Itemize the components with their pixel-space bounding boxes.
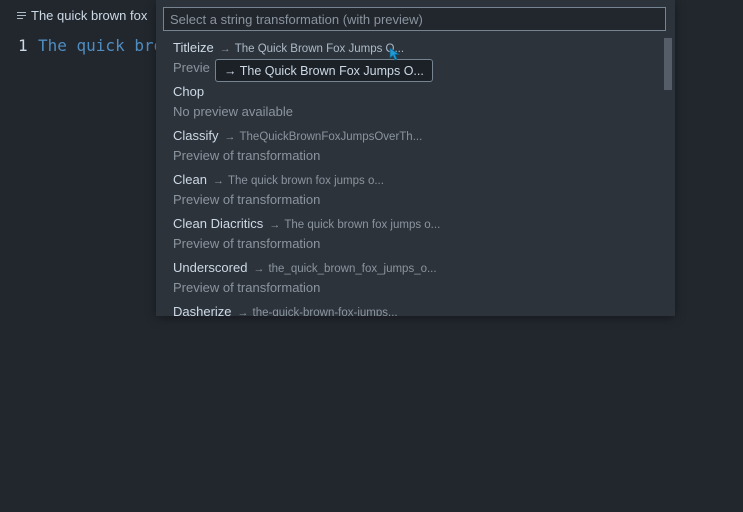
arrow-icon: → (219, 43, 231, 55)
item-description: Preview of transformation (173, 280, 321, 295)
tab-title: The quick brown fox (31, 8, 148, 23)
item-preview: TheQuickBrownFoxJumpsOverTh... (239, 131, 423, 143)
arrow-icon: → (253, 263, 265, 275)
list-item[interactable]: Dasherize → the-quick-brown-fox-jumps... (156, 300, 664, 316)
item-preview: The Quick Brown Fox Jumps O... (234, 43, 405, 55)
editor: The quick brown fox 1 The quick brown fo… (0, 0, 743, 512)
item-preview: the-quick-brown-fox-jumps... (252, 307, 398, 316)
pointer-cursor-icon (389, 47, 401, 61)
item-label: Clean (173, 172, 207, 187)
list-item[interactable]: Chop No preview available (156, 80, 664, 124)
item-preview: The quick brown fox jumps o... (227, 175, 384, 187)
arrow-icon: → (212, 175, 224, 187)
arrow-icon: → (237, 307, 249, 316)
item-description: Preview of transformation (173, 148, 321, 163)
quick-pick-panel: Titleize→The Quick Brown Fox Jumps O... … (156, 0, 675, 316)
item-description: Previe (173, 60, 210, 75)
item-label: Classify (173, 128, 219, 143)
item-description: Preview of transformation (173, 192, 321, 207)
item-description: Preview of transformation (173, 236, 321, 251)
item-label: Dasherize (173, 304, 232, 316)
list-item[interactable]: Classify → TheQuickBrownFoxJumpsOverTh... … (156, 124, 664, 168)
line-number: 1 (18, 36, 28, 55)
list-item[interactable]: Clean Diacritics → The quick brown fox jum… (156, 212, 664, 256)
list-item[interactable]: Underscored → the_quick_brown_fox_jumps_o.… (156, 256, 664, 300)
item-preview: The quick brown fox jumps o... (284, 219, 441, 231)
item-description: No preview available (173, 104, 293, 119)
arrow-icon: → (224, 131, 236, 143)
item-label: Titleize (173, 40, 214, 55)
transformation-search-input[interactable] (163, 7, 666, 31)
item-label: Clean Diacritics (173, 216, 264, 231)
item-preview: the_quick_brown_fox_jumps_o... (268, 263, 437, 275)
item-label: Underscored (173, 260, 248, 275)
lines-icon (17, 12, 26, 21)
arrow-icon: → (269, 219, 281, 231)
code-line[interactable]: The quick brown fox jumps over the lazy … (38, 36, 160, 55)
tab[interactable]: The quick brown fox (0, 0, 170, 36)
list-item[interactable]: Clean → The quick brown fox jumps o... Pre… (156, 168, 664, 212)
preview-tooltip: → The Quick Brown Fox Jumps O... (215, 59, 433, 82)
item-label: Chop (173, 84, 205, 99)
scrollbar[interactable] (664, 38, 672, 90)
